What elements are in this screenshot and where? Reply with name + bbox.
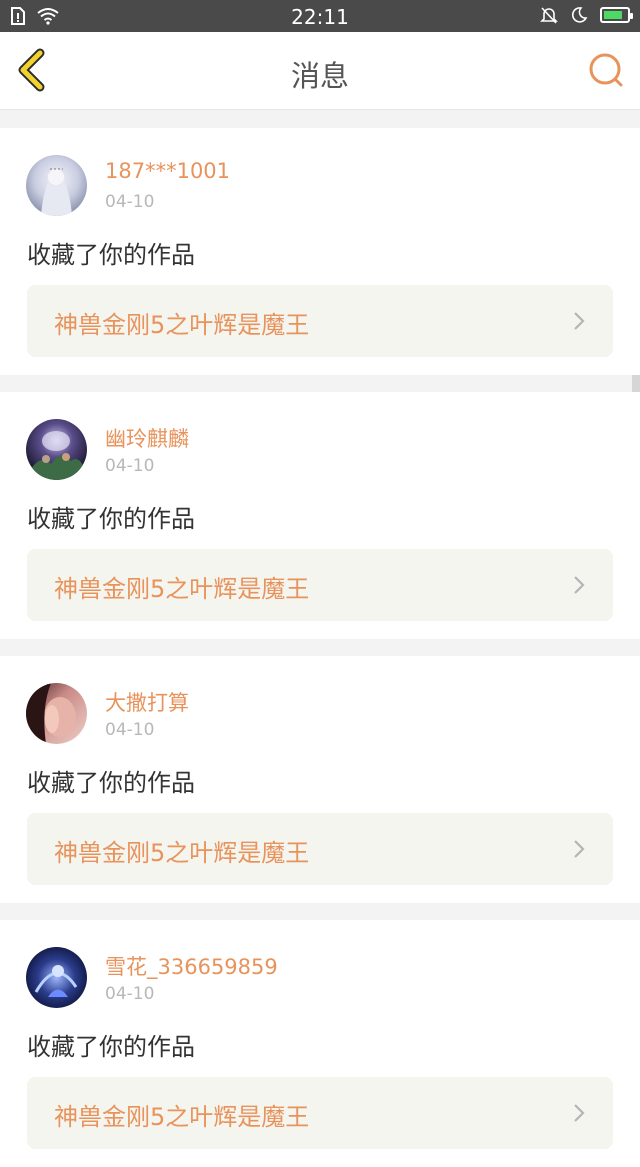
message-action: 收藏了你的作品 [27, 505, 195, 533]
search-button[interactable] [586, 50, 626, 90]
message-card: 幽玲麒麟 04-10 收藏了你的作品 神兽金刚5之叶辉是魔王 [0, 392, 640, 639]
avatar[interactable] [26, 947, 87, 1008]
work-link[interactable]: 神兽金刚5之叶辉是魔王 [27, 813, 613, 885]
chevron-right-icon [574, 312, 585, 330]
moon-icon [571, 7, 588, 23]
username[interactable]: 雪花_336659859 [105, 951, 278, 981]
message-date: 04-10 [105, 720, 155, 740]
message-action: 收藏了你的作品 [27, 769, 195, 797]
message-date: 04-10 [105, 456, 155, 476]
message-card: 雪花_336659859 04-10 收藏了你的作品 神兽金刚5之叶辉是魔王 [0, 920, 640, 1167]
mute-icon [540, 7, 558, 24]
message-action: 收藏了你的作品 [27, 241, 195, 269]
page-title: 消息 [290, 59, 349, 93]
username[interactable]: 大撒打算 [105, 687, 189, 717]
work-link[interactable]: 神兽金刚5之叶辉是魔王 [27, 1077, 613, 1149]
work-title: 神兽金刚5之叶辉是魔王 [54, 1103, 310, 1131]
message-card: 187***1001 04-10 收藏了你的作品 神兽金刚5之叶辉是魔王 [0, 128, 640, 375]
work-title: 神兽金刚5之叶辉是魔王 [54, 311, 310, 339]
status-bar: 22:11 [0, 0, 640, 32]
status-right [540, 6, 633, 24]
chevron-right-icon [574, 576, 585, 594]
search-icon [589, 53, 623, 87]
username[interactable]: 187***1001 [105, 159, 230, 183]
work-title: 神兽金刚5之叶辉是魔王 [54, 575, 310, 603]
avatar[interactable] [26, 683, 87, 744]
chevron-right-icon [574, 1104, 585, 1122]
chevron-right-icon [574, 840, 585, 858]
nav-bar: 消息 [0, 32, 640, 110]
message-date: 04-10 [105, 984, 155, 1004]
work-link[interactable]: 神兽金刚5之叶辉是魔王 [27, 285, 613, 357]
avatar[interactable] [26, 155, 87, 216]
message-card: 大撒打算 04-10 收藏了你的作品 神兽金刚5之叶辉是魔王 [0, 656, 640, 903]
battery-icon [600, 7, 633, 23]
username[interactable]: 幽玲麒麟 [105, 423, 189, 453]
message-action: 收藏了你的作品 [27, 1033, 195, 1061]
work-link[interactable]: 神兽金刚5之叶辉是魔王 [27, 549, 613, 621]
battery-level [604, 11, 622, 19]
work-title: 神兽金刚5之叶辉是魔王 [54, 839, 310, 867]
message-date: 04-10 [105, 192, 155, 212]
avatar[interactable] [26, 419, 87, 480]
